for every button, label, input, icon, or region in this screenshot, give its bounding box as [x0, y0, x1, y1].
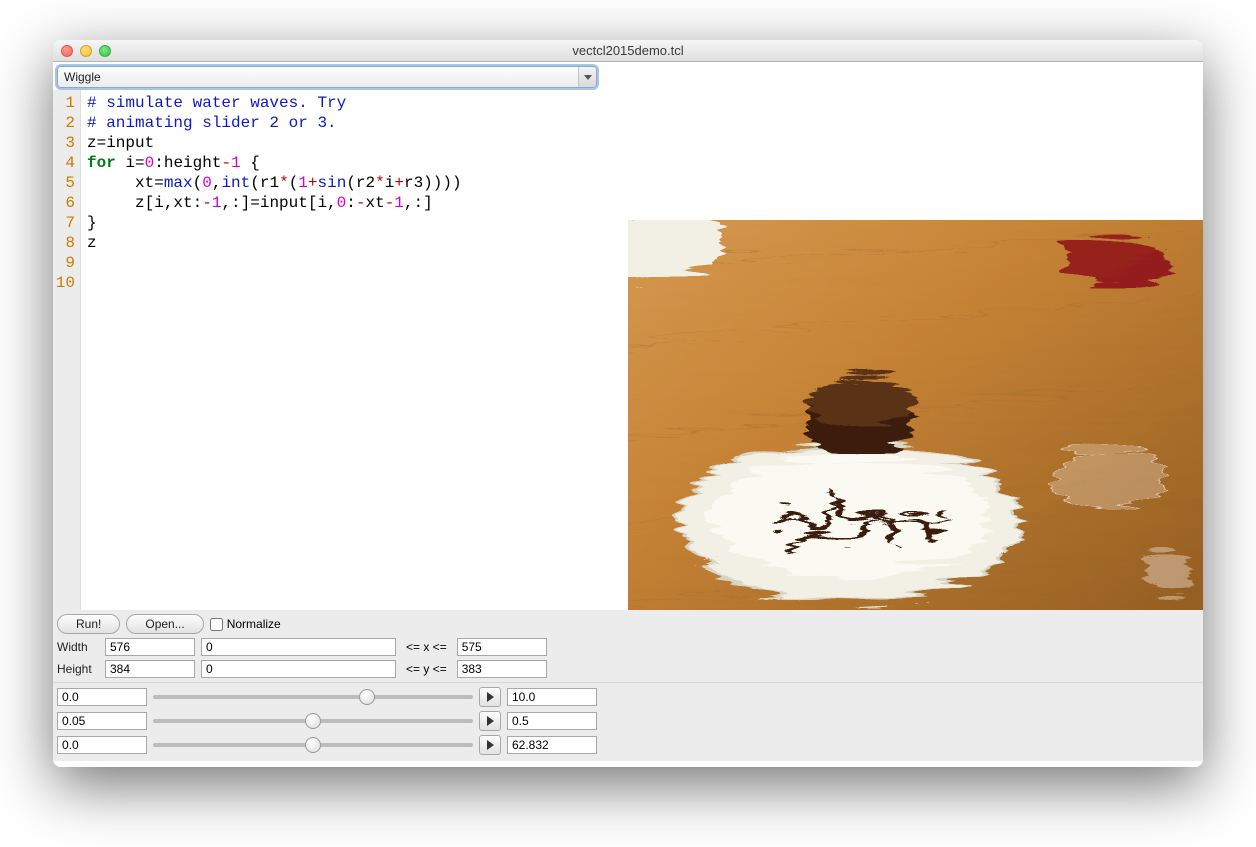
slider-r1	[57, 685, 1199, 709]
y-min-input[interactable]	[201, 660, 396, 678]
effect-dropdown[interactable]: Wiggle	[57, 66, 597, 88]
close-icon[interactable]	[61, 45, 73, 57]
output-image-pane	[603, 90, 1203, 610]
window-title: vectcl2015demo.tcl	[53, 43, 1203, 58]
y-range-label: <= y <=	[402, 662, 451, 676]
open-button[interactable]: Open...	[126, 614, 203, 634]
normalize-checkbox[interactable]: Normalize	[210, 617, 281, 631]
normalize-label: Normalize	[227, 617, 281, 631]
traffic-lights	[61, 45, 111, 57]
height-row: Height <= y <=	[57, 658, 1199, 680]
slider-r3-min[interactable]	[57, 736, 147, 754]
slider-r2-track[interactable]	[153, 712, 473, 730]
normalize-checkbox-input[interactable]	[210, 618, 223, 631]
slider-r2-knob[interactable]	[305, 713, 321, 729]
y-max-input[interactable]	[457, 660, 547, 678]
main-split: 1 2 3 4 5 6 7 8 9 10 # simulate water wa…	[53, 90, 1203, 610]
content: Wiggle 1 2 3 4 5 6 7 8 9 10 # simulate w…	[53, 62, 1203, 767]
run-button[interactable]: Run!	[57, 614, 120, 634]
chevron-down-icon[interactable]	[578, 67, 596, 87]
zoom-icon[interactable]	[99, 45, 111, 57]
play-icon	[487, 740, 494, 750]
code-editor[interactable]: 1 2 3 4 5 6 7 8 9 10 # simulate water wa…	[53, 90, 603, 610]
slider-r1-min[interactable]	[57, 688, 147, 706]
slider-r1-knob[interactable]	[359, 689, 375, 705]
slider-r3-max[interactable]	[507, 736, 597, 754]
play-icon	[487, 716, 494, 726]
slider-r3	[57, 733, 1199, 757]
x-range-label: <= x <=	[402, 640, 451, 654]
action-bar: Run! Open... Normalize Width <= x <= Hei…	[53, 610, 1203, 682]
slider-r2	[57, 709, 1199, 733]
slider-r2-max[interactable]	[507, 712, 597, 730]
height-value[interactable]	[105, 660, 195, 678]
slider-r1-max[interactable]	[507, 688, 597, 706]
app-window: vectcl2015demo.tcl Wiggle 1 2 3 4 5 6 7 …	[53, 40, 1203, 767]
line-gutter: 1 2 3 4 5 6 7 8 9 10	[53, 90, 81, 610]
width-value[interactable]	[105, 638, 195, 656]
width-label: Width	[57, 640, 99, 654]
slider-r1-track[interactable]	[153, 688, 473, 706]
height-label: Height	[57, 662, 99, 676]
code-text[interactable]: # simulate water waves. Try # animating …	[81, 90, 603, 610]
slider-r2-min[interactable]	[57, 712, 147, 730]
toolbar: Wiggle	[53, 62, 1203, 90]
titlebar: vectcl2015demo.tcl	[53, 40, 1203, 62]
play-icon	[487, 692, 494, 702]
output-image	[628, 220, 1203, 610]
x-max-input[interactable]	[457, 638, 547, 656]
x-min-input[interactable]	[201, 638, 396, 656]
slider-r3-play[interactable]	[479, 735, 501, 755]
sliders-panel	[53, 682, 1203, 761]
slider-r3-knob[interactable]	[305, 737, 321, 753]
slider-r3-track[interactable]	[153, 736, 473, 754]
minimize-icon[interactable]	[80, 45, 92, 57]
slider-r1-play[interactable]	[479, 687, 501, 707]
slider-r2-play[interactable]	[479, 711, 501, 731]
effect-dropdown-value: Wiggle	[58, 70, 578, 84]
width-row: Width <= x <=	[57, 636, 1199, 658]
